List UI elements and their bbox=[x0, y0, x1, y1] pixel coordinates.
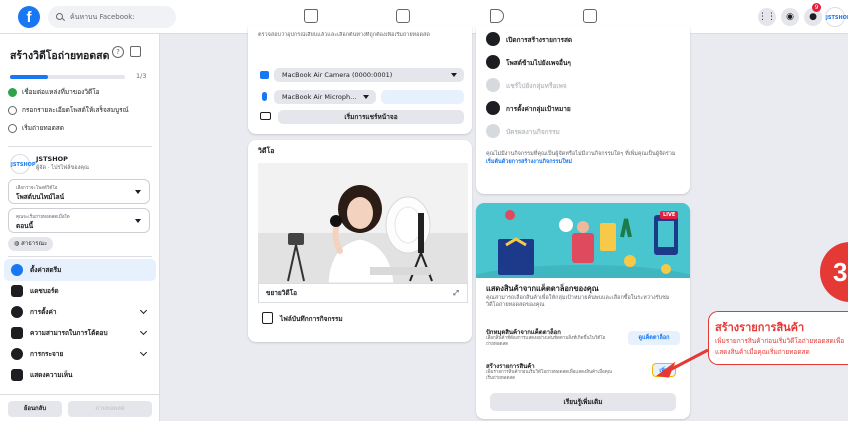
tutorial-callout-box: สร้างรายการสินค้า เพิ่มรายการสินค้าก่อนเ… bbox=[708, 311, 848, 365]
callout-line-2: แสดงสินค้าเมื่อคุณเริ่มถ่ายทอดสด bbox=[715, 348, 810, 356]
callout-title: สร้างรายการสินค้า bbox=[715, 322, 805, 334]
callout-line-1: เพิ่มรายการสินค้าก่อนเริ่มวิดีโอถ่ายทอดส… bbox=[715, 337, 845, 345]
